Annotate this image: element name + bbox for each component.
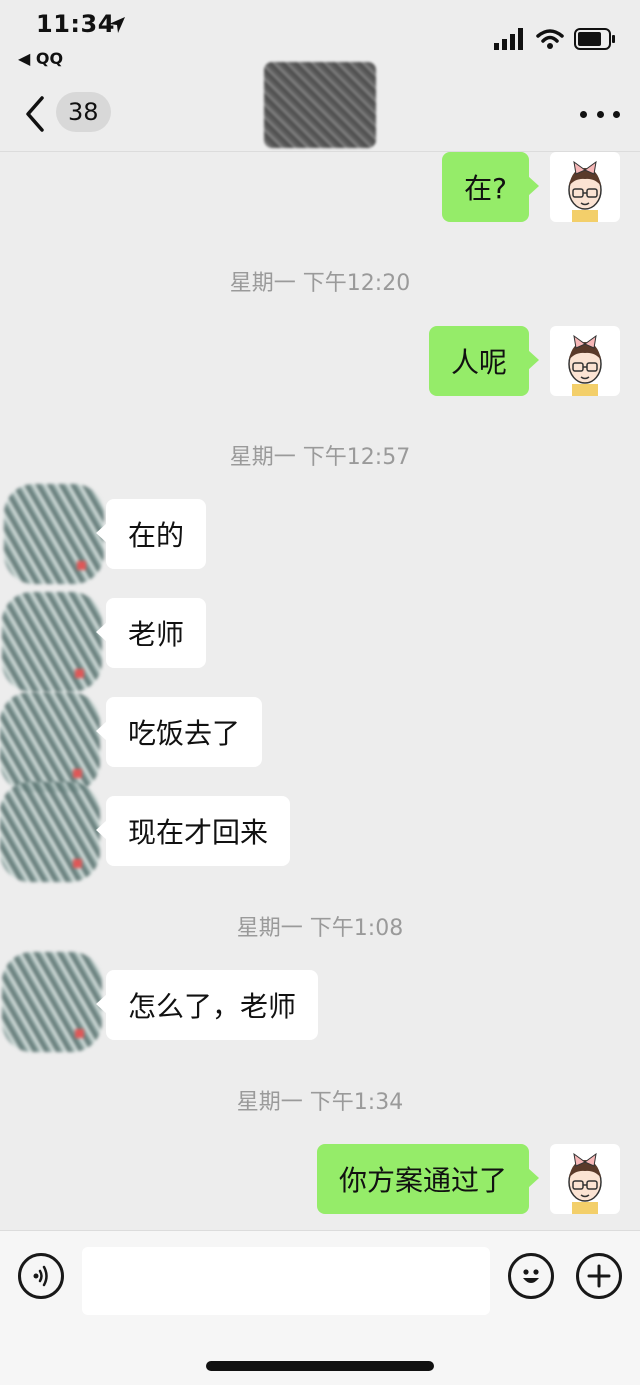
message-timestamp: 星期一 下午12:57 — [229, 445, 411, 470]
status-time: 11:34 — [36, 10, 115, 38]
message-bubble-incoming[interactable]: 老师 — [95, 598, 207, 668]
avatar-girl-icon — [568, 334, 602, 396]
back-button[interactable] — [20, 92, 60, 136]
contact-avatar-redacted[interactable] — [2, 592, 102, 692]
message-bubble-incoming[interactable]: 在的 — [95, 499, 207, 569]
avatar-girl-icon — [568, 1152, 602, 1214]
message-timestamp: 星期一 下午12:20 — [229, 271, 411, 296]
more-dots-icon — [580, 110, 587, 118]
chat-header: 38 — [0, 62, 640, 152]
message-bubble-incoming[interactable]: 吃饭去了 — [95, 697, 263, 767]
contact-avatar-redacted[interactable] — [0, 782, 100, 882]
wifi-icon — [536, 29, 564, 49]
message-timestamp: 星期一 下午1:08 — [236, 916, 404, 941]
emoji-button[interactable] — [508, 1253, 554, 1299]
contact-avatar-redacted[interactable] — [0, 692, 100, 792]
message-bubble-incoming[interactable]: 现在才回来 — [95, 796, 291, 866]
my-avatar[interactable] — [550, 1144, 620, 1214]
message-bubble-outgoing[interactable]: 人呢 — [428, 326, 540, 396]
my-avatar[interactable] — [550, 152, 620, 222]
chevron-left-icon — [26, 96, 44, 132]
home-indicator[interactable] — [206, 1361, 434, 1371]
avatar-girl-icon — [568, 160, 602, 222]
contact-name-redacted — [264, 62, 376, 148]
message-bubble-outgoing[interactable]: 你方案通过了 — [316, 1144, 540, 1214]
contact-avatar-redacted[interactable] — [4, 484, 104, 584]
location-arrow-icon — [109, 17, 125, 33]
back-to-app-link[interactable]: ◀ QQ — [18, 49, 63, 68]
message-timestamp: 星期一 下午1:34 — [236, 1090, 404, 1115]
status-icons — [494, 26, 616, 52]
plus-icon — [587, 1264, 611, 1288]
voice-icon — [33, 1265, 48, 1287]
chat-message-list[interactable]: 在? 星期一 下午12:20 人呢 星期一 下午12:57 在的 老师 吃饭去了… — [0, 152, 640, 1230]
my-avatar[interactable] — [550, 326, 620, 396]
message-bubble-outgoing[interactable]: 在? — [442, 152, 539, 222]
message-bubble-incoming[interactable]: 怎么了，老师 — [95, 970, 319, 1040]
add-more-button[interactable] — [576, 1253, 622, 1299]
more-options-button[interactable] — [580, 104, 620, 124]
cellular-signal-icon — [494, 28, 523, 50]
emoji-icon — [523, 1269, 539, 1283]
battery-icon — [574, 28, 615, 50]
contact-avatar-redacted[interactable] — [2, 952, 102, 1052]
message-input[interactable] — [82, 1247, 490, 1315]
voice-button[interactable] — [18, 1253, 64, 1299]
unread-count-badge[interactable]: 38 — [56, 92, 111, 132]
